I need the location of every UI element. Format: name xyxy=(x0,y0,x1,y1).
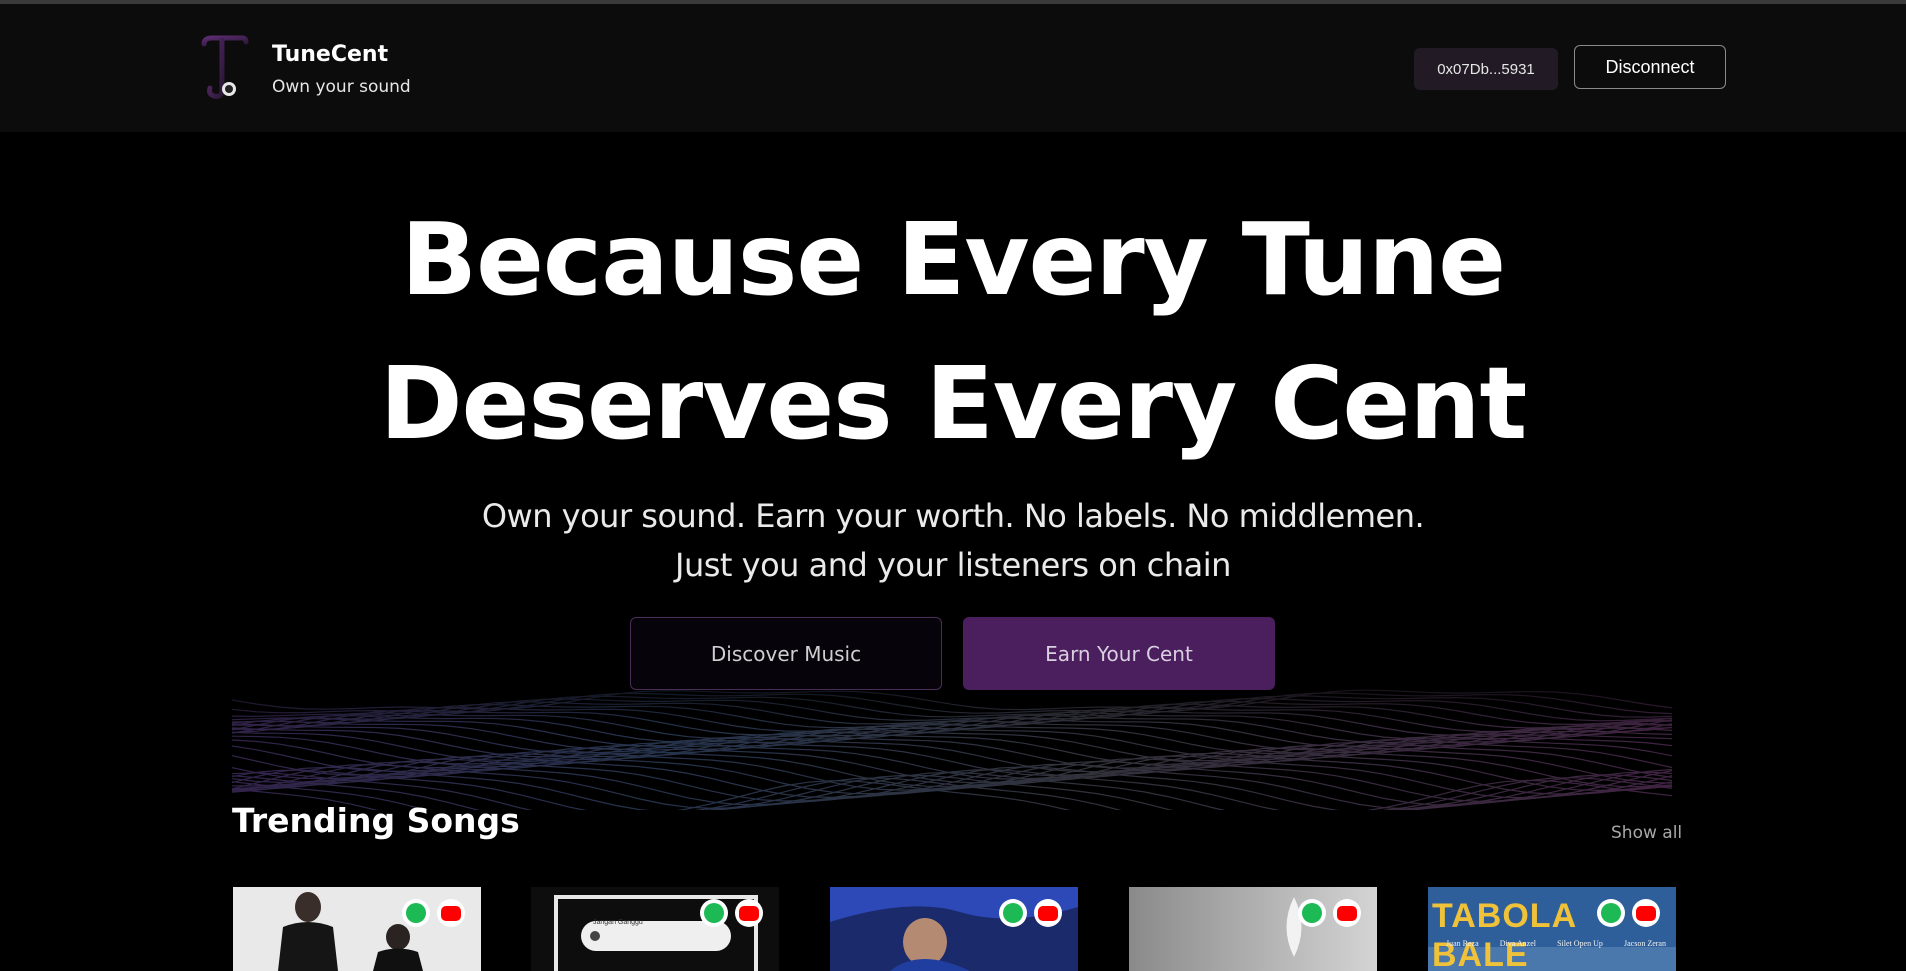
wallet-address-badge[interactable]: 0x07Db...5931 xyxy=(1414,48,1558,90)
hero-title-line-2: Deserves Every Cent xyxy=(379,345,1528,462)
song-cover-text: Jangan Ganggu xyxy=(593,919,643,926)
spotify-icon[interactable] xyxy=(999,899,1027,927)
earn-your-cent-button[interactable]: Earn Your Cent xyxy=(963,617,1275,690)
disconnect-button[interactable]: Disconnect xyxy=(1574,45,1726,89)
youtube-icon[interactable] xyxy=(437,899,465,927)
song-card[interactable] xyxy=(1129,887,1377,971)
tunecent-logo[interactable] xyxy=(198,34,250,104)
youtube-icon[interactable] xyxy=(1632,899,1660,927)
trending-songs-title: Trending Songs xyxy=(232,801,520,840)
hero-subtitle-line-2: Just you and your listeners on chain xyxy=(675,546,1231,584)
song-card[interactable] xyxy=(233,887,481,971)
song-cover-artists: Juan Reza Diva Anzel Silet Open Up Jacso… xyxy=(1446,939,1666,948)
hero-title-line-1: Because Every Tune xyxy=(400,201,1506,318)
brand-name[interactable]: TuneCent xyxy=(272,42,388,67)
discover-music-button[interactable]: Discover Music xyxy=(630,617,942,690)
spotify-icon[interactable] xyxy=(1597,899,1625,927)
cover-artist-name: Jacson Zeran xyxy=(1623,939,1666,948)
hero-subtitle-line-1: Own your sound. Earn your worth. No labe… xyxy=(481,497,1425,535)
hero-title: Because Every Tune Deserves Every Cent xyxy=(0,188,1906,476)
cover-artist-name: Silet Open Up xyxy=(1557,939,1603,948)
song-card[interactable] xyxy=(830,887,1078,971)
youtube-icon[interactable] xyxy=(735,899,763,927)
hero-subtitle: Own your sound. Earn your worth. No labe… xyxy=(0,492,1906,590)
sound-wave-decoration xyxy=(232,660,1674,810)
site-header: TuneCent Own your sound 0x07Db...5931 Di… xyxy=(0,4,1906,132)
youtube-icon[interactable] xyxy=(1333,899,1361,927)
song-card[interactable]: TABOLA BALE Juan Reza Diva Anzel Silet O… xyxy=(1428,887,1676,971)
spotify-icon[interactable] xyxy=(1298,899,1326,927)
cover-artist-name: Diva Anzel xyxy=(1499,939,1536,948)
youtube-icon[interactable] xyxy=(1034,899,1062,927)
song-card[interactable]: Jangan Ganggu xyxy=(531,887,779,971)
spotify-icon[interactable] xyxy=(402,899,430,927)
brand-tagline: Own your sound xyxy=(272,77,411,97)
spotify-icon[interactable] xyxy=(700,899,728,927)
cover-artist-name: Juan Reza xyxy=(1446,939,1479,948)
show-all-link[interactable]: Show all xyxy=(1611,823,1682,843)
